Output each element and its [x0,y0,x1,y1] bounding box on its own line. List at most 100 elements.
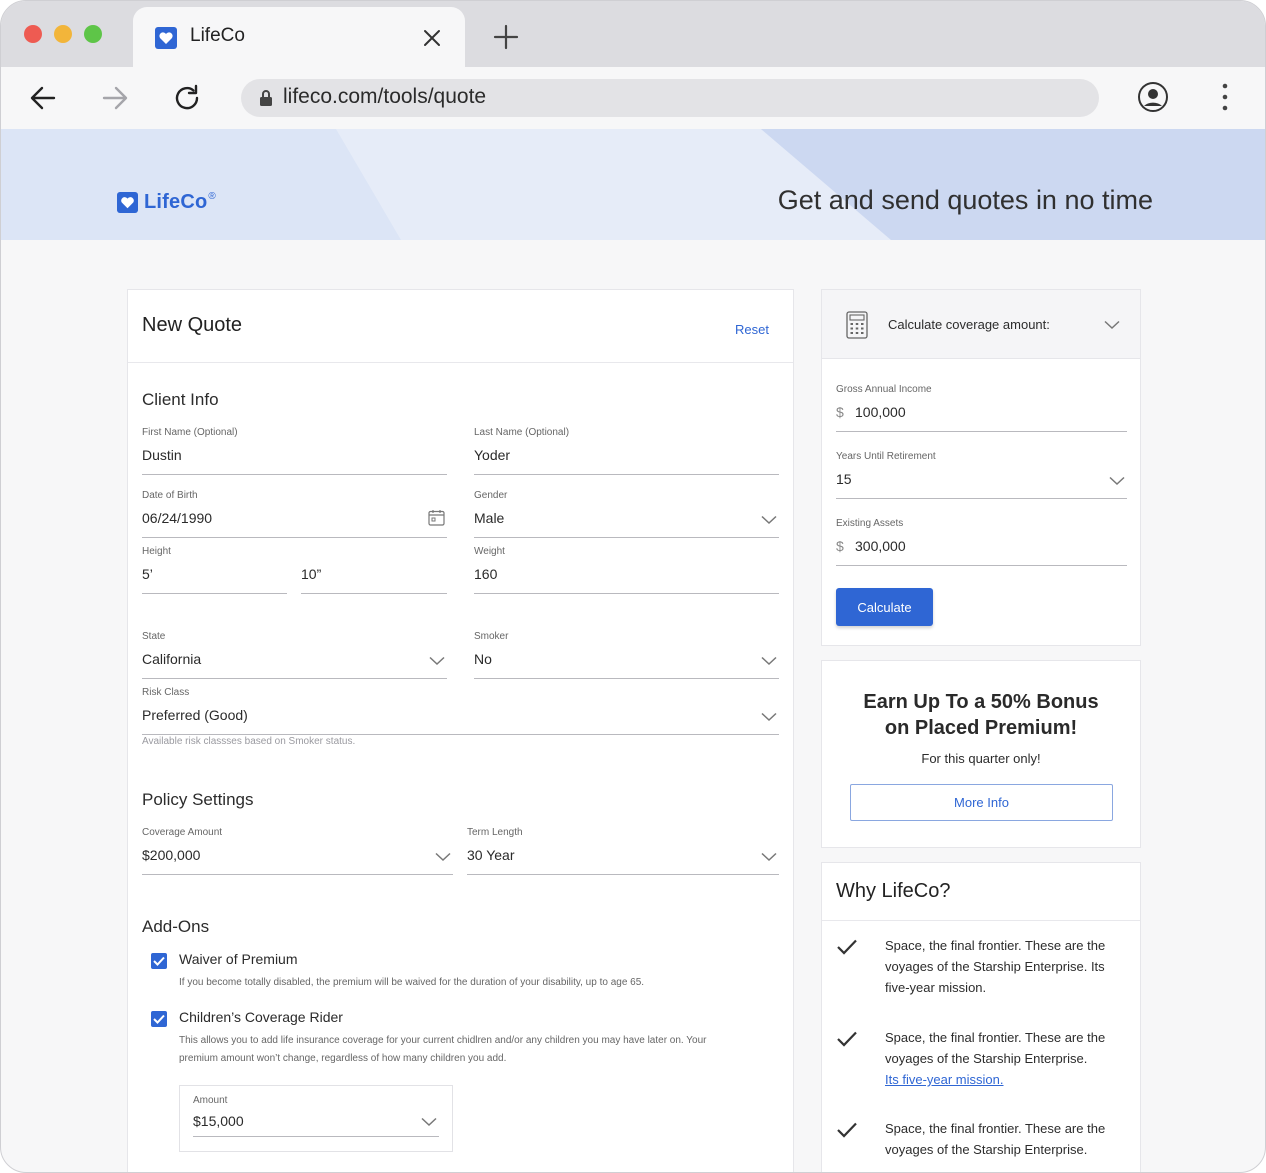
address-bar[interactable]: lifeco.com/tools/quote [241,79,1099,117]
first-name-field[interactable]: First Name (Optional) Dustin [142,427,447,475]
risk-class-label: Risk Class [142,687,190,698]
risk-class-value: Preferred (Good) [142,707,248,723]
weight-field[interactable]: Weight 160 [474,546,779,594]
chevron-down-icon [761,712,777,722]
rider-amount-select[interactable]: Amount $15,000 [193,1095,439,1137]
quote-card-header: New Quote Reset [128,290,793,363]
lifeco-logo[interactable]: LifeCo ® [117,191,216,214]
minimize-window-button[interactable] [54,25,72,43]
tab-title: LifeCo [190,25,245,46]
currency-symbol: $ [836,404,844,420]
gender-label: Gender [474,490,508,501]
more-info-button[interactable]: More Info [850,784,1113,821]
five-year-mission-link[interactable]: Its five-year mission. [885,1072,1003,1087]
state-select[interactable]: State California [142,631,447,679]
calendar-icon[interactable] [428,509,445,526]
gender-value: Male [474,510,505,526]
browser-window: LifeCo lifeco.com/tools/quote LifeCo ® G… [0,0,1266,1173]
browser-toolbar: lifeco.com/tools/quote [1,67,1265,129]
years-until-retirement-select[interactable]: Years Until Retirement 15 [836,451,1127,499]
checkmark-icon [153,1014,165,1024]
height-feet-value: 5’ [142,566,153,582]
first-name-value: Dustin [142,447,182,463]
checkmark-icon [837,1031,857,1047]
tab-strip: LifeCo [1,1,1265,67]
logo-registered-mark: ® [208,191,216,202]
date-of-birth-label: Date of Birth [142,490,198,501]
term-length-select[interactable]: Term Length 30 Year [467,827,779,875]
risk-class-select[interactable]: Risk Class Preferred (Good) [142,687,779,735]
chevron-down-icon [761,852,777,862]
rider-amount-box: Amount $15,000 [179,1085,453,1152]
last-name-label: Last Name (Optional) [474,427,570,438]
height-inches-value: 10” [301,566,322,582]
why-item-text: Space, the final frontier. These are the… [885,1118,1130,1160]
close-tab-icon[interactable] [421,27,443,49]
last-name-field[interactable]: Last Name (Optional) Yoder [474,427,779,475]
waiver-of-premium-label[interactable]: Waiver of Premium [179,951,298,967]
smoker-label: Smoker [474,631,509,642]
why-item-line: Space, the final frontier. These are the [885,1121,1106,1136]
profile-icon[interactable] [1137,81,1169,113]
promo-title-line2: on Placed Premium! [884,717,1078,739]
height-inches-field[interactable]: 10” [301,546,447,594]
gender-select[interactable]: Gender Male [474,490,779,538]
waiver-of-premium-checkbox[interactable] [151,953,167,969]
back-arrow-icon[interactable] [28,83,58,113]
forward-arrow-icon[interactable] [100,83,130,113]
state-label: State [142,631,166,642]
gross-annual-income-label: Gross Annual Income [836,384,932,395]
coverage-calculator-card: Calculate coverage amount: Gross Annual … [821,289,1141,646]
state-value: California [142,651,202,667]
checkmark-icon [153,956,165,966]
reload-icon[interactable] [172,83,202,113]
new-quote-card: New Quote Reset Client Info First Name (… [127,289,794,1172]
childrens-coverage-description-line1: This allows you to add life insurance co… [179,1035,707,1046]
why-item-line: voyages of the Starship Enterprise. [885,1142,1088,1157]
chevron-down-icon [429,656,445,666]
years-until-retirement-label: Years Until Retirement [836,451,936,462]
lock-icon [260,90,272,106]
maximize-window-button[interactable] [84,25,102,43]
why-item-text: Space, the final frontier. These are the… [885,935,1130,998]
term-length-label: Term Length [467,827,523,838]
policy-settings-heading: Policy Settings [142,790,254,809]
years-until-retirement-value: 15 [836,471,852,487]
height-feet-field[interactable]: Height 5’ [142,546,287,594]
last-name-value: Yoder [474,447,511,463]
calculator-header[interactable]: Calculate coverage amount: [822,290,1140,359]
close-window-button[interactable] [24,25,42,43]
existing-assets-value: 300,000 [855,538,906,554]
calculate-button[interactable]: Calculate [836,588,933,626]
promo-title: Earn Up To a 50% Bonus on Placed Premium… [822,689,1140,741]
chevron-down-icon [435,852,451,862]
calculator-icon [846,311,868,339]
banner-tagline: Get and send quotes in no time [777,185,1153,215]
term-length-value: 30 Year [467,847,515,863]
why-item-text: Space, the final frontier. These are the… [885,1027,1130,1090]
gross-annual-income-field[interactable]: Gross Annual Income $ 100,000 [836,384,1127,432]
why-item-line: Space, the final frontier. These are the [885,1030,1106,1045]
existing-assets-field[interactable]: Existing Assets $ 300,000 [836,518,1127,566]
smoker-select[interactable]: Smoker No [474,631,779,679]
smoker-value: No [474,651,492,667]
calculator-title: Calculate coverage amount: [888,317,1050,332]
reset-link[interactable]: Reset [735,322,769,337]
childrens-coverage-label[interactable]: Children’s Coverage Rider [179,1009,343,1025]
coverage-amount-select[interactable]: Coverage Amount $200,000 [142,827,453,875]
more-options-icon[interactable] [1213,82,1237,112]
why-item-line: five-year mission. [885,980,987,995]
childrens-coverage-checkbox[interactable] [151,1011,167,1027]
weight-value: 160 [474,566,498,582]
height-label: Height [142,546,171,557]
heart-logo-icon [117,192,138,213]
waiver-of-premium-description: If you become totally disabled, the prem… [179,977,645,988]
why-title: Why LifeCo? [836,880,951,902]
date-of-birth-field[interactable]: Date of Birth 06/24/1990 [142,490,447,538]
browser-tab[interactable]: LifeCo [133,7,465,67]
why-item-line: voyages of the Starship Enterprise. [885,1051,1088,1066]
why-item-line: voyages of the Starship Enterprise. Its [885,959,1105,974]
new-tab-icon[interactable] [493,24,519,50]
checkmark-icon [837,1122,857,1138]
url-text: lifeco.com/tools/quote [283,85,487,108]
